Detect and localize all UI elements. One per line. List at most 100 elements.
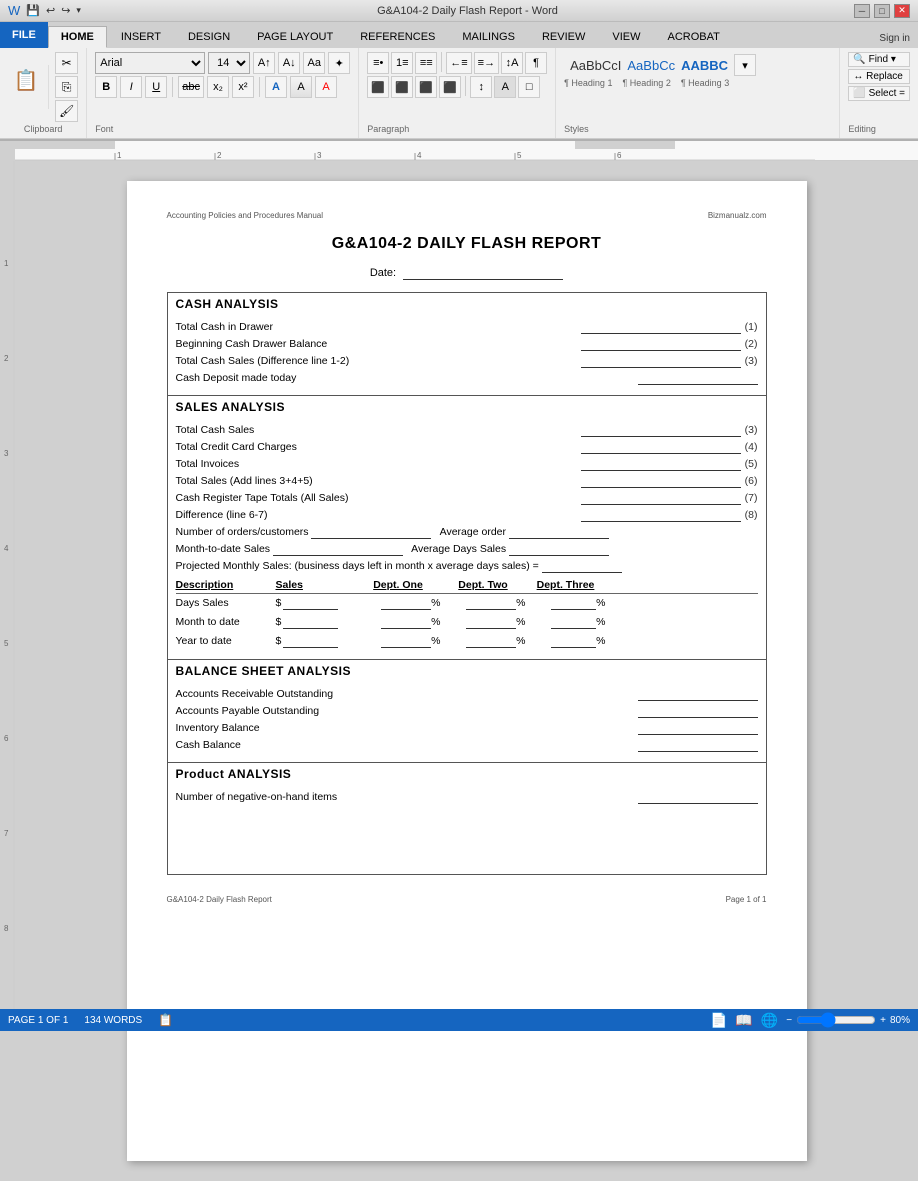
tab-review[interactable]: REVIEW <box>529 26 598 48</box>
align-left-button[interactable]: ⬛ <box>367 76 389 98</box>
shading-button[interactable]: A <box>494 76 516 98</box>
view-print[interactable]: 📄 <box>710 1012 727 1029</box>
svg-text:2: 2 <box>4 354 9 363</box>
borders-button[interactable]: □ <box>518 76 540 98</box>
close-button[interactable]: ✕ <box>894 4 910 18</box>
tab-view[interactable]: VIEW <box>599 26 653 48</box>
cash-row-3: Total Cash Sales (Difference line 1-2) (… <box>176 353 758 370</box>
increase-font-button[interactable]: A↑ <box>253 52 275 74</box>
page-header-right: Bizmanualz.com <box>708 211 767 220</box>
style-heading1[interactable]: AaBbCc <box>627 58 675 73</box>
strikethrough-button[interactable]: abc <box>178 76 204 98</box>
select-button[interactable]: ⬜ Select = <box>848 86 910 101</box>
align-center-button[interactable]: ⬛ <box>391 76 413 98</box>
tab-references[interactable]: REFERENCES <box>347 26 448 48</box>
view-web[interactable]: 🌐 <box>761 1012 778 1029</box>
line-spacing-button[interactable]: ↕ <box>470 76 492 98</box>
change-case-button[interactable]: Aa <box>303 52 325 74</box>
page-header-left: Accounting Policies and Procedures Manua… <box>167 211 324 220</box>
replace-button[interactable]: ↔ Replace <box>848 69 910 84</box>
font-color-button[interactable]: A <box>315 76 337 98</box>
product-line-1 <box>638 791 758 804</box>
sales-label-3: Total Invoices <box>176 458 581 470</box>
sales-row-4: Total Sales (Add lines 3+4+5) (6) <box>176 473 758 490</box>
product-analysis-section: Product ANALYSIS Number of negative-on-h… <box>167 763 767 875</box>
balance-label-4: Cash Balance <box>176 739 638 751</box>
find-button[interactable]: 🔍 Find ▾ <box>848 52 910 67</box>
view-reading[interactable]: 📖 <box>735 1012 752 1029</box>
zoom-out-button[interactable]: − <box>786 1015 792 1026</box>
sales-analysis-section: SALES ANALYSIS Total Cash Sales (3) Tota… <box>167 396 767 660</box>
sort-button[interactable]: ↕A <box>501 52 523 74</box>
table-label-month: Month to date <box>176 616 276 628</box>
tab-page-layout[interactable]: PAGE LAYOUT <box>244 26 346 48</box>
font-name-select[interactable]: Arial <box>95 52 205 74</box>
underline-button[interactable]: U <box>145 76 167 98</box>
balance-line-3 <box>638 722 758 735</box>
product-label-1: Number of negative-on-hand items <box>176 791 638 803</box>
tab-mailings[interactable]: MAILINGS <box>449 26 528 48</box>
highlight-button[interactable]: A <box>290 76 312 98</box>
sales-num-6: (8) <box>745 509 758 521</box>
italic-button[interactable]: I <box>120 76 142 98</box>
quick-access-save[interactable]: 💾 <box>26 4 40 17</box>
tab-home[interactable]: HOME <box>48 26 107 48</box>
quick-access-undo[interactable]: ↩ <box>46 4 55 17</box>
minimize-button[interactable]: ─ <box>854 4 870 18</box>
multilevel-list-button[interactable]: ≡≡ <box>415 52 437 74</box>
cash-num-3: (3) <box>745 355 758 367</box>
year-dept3-cell: % <box>526 635 606 648</box>
col-header-desc: Description <box>176 579 276 591</box>
quick-access-redo[interactable]: ↪ <box>61 4 70 17</box>
text-effect-button[interactable]: A <box>265 76 287 98</box>
show-hide-button[interactable]: ¶ <box>525 52 547 74</box>
zoom-slider-input[interactable] <box>796 1012 876 1028</box>
numbering-button[interactable]: 1≡ <box>391 52 413 74</box>
decrease-font-button[interactable]: A↓ <box>278 52 300 74</box>
bold-button[interactable]: B <box>95 76 117 98</box>
copy-button[interactable]: ⎘ <box>55 76 78 98</box>
align-right-button[interactable]: ⬛ <box>415 76 437 98</box>
proofing-icon[interactable]: 📋 <box>158 1013 173 1027</box>
font-size-select[interactable]: 14 <box>208 52 250 74</box>
styles-scroll-button[interactable]: ▾ <box>734 54 756 76</box>
cash-line-2 <box>581 338 741 351</box>
paste-button[interactable]: 📋 <box>8 65 44 109</box>
format-painter-button[interactable]: 🖌 <box>55 100 78 122</box>
cut-button[interactable]: ✂ <box>55 52 78 74</box>
sales-line-1 <box>581 424 741 437</box>
tab-insert[interactable]: INSERT <box>108 26 174 48</box>
table-row-days: Days Sales $ % % % <box>176 594 758 613</box>
superscript-button[interactable]: x² <box>232 76 254 98</box>
year-dept3-line <box>551 635 596 648</box>
month-dept1-cell: % <box>356 616 441 629</box>
subscript-button[interactable]: x₂ <box>207 76 229 98</box>
increase-indent-button[interactable]: ≡→ <box>474 52 499 74</box>
styles-group: AaBbCcI AaBbCc AABBC ▾ <box>564 52 831 78</box>
decrease-indent-button[interactable]: ←≡ <box>446 52 471 74</box>
cash-analysis-body: Total Cash in Drawer (1) Beginning Cash … <box>168 315 766 395</box>
style-heading2[interactable]: AABBC <box>681 58 728 73</box>
tab-acrobat[interactable]: ACROBAT <box>654 26 732 48</box>
ribbon: FILE HOME INSERT DESIGN PAGE LAYOUT REFE… <box>0 22 918 141</box>
restore-button[interactable]: □ <box>874 4 890 18</box>
table-dollar-days: $ <box>276 597 356 610</box>
sales-num-3: (5) <box>745 458 758 470</box>
balance-row-1: Accounts Receivable Outstanding <box>176 686 758 703</box>
year-dept2-line <box>466 635 516 648</box>
justify-button[interactable]: ⬛ <box>439 76 461 98</box>
tab-design[interactable]: DESIGN <box>175 26 243 48</box>
zoom-in-button[interactable]: + <box>880 1015 886 1026</box>
cash-analysis-section: CASH ANALYSIS Total Cash in Drawer (1) B… <box>167 292 767 396</box>
sign-in-link[interactable]: Sign in <box>871 29 918 48</box>
zoom-controls: − + 80% <box>786 1012 910 1028</box>
style-normal[interactable]: AaBbCcI <box>570 58 621 73</box>
clear-format-button[interactable]: ✦ <box>328 52 350 74</box>
page-footer: G&A104-2 Daily Flash Report Page 1 of 1 <box>167 895 767 904</box>
style-label-heading1: ¶ Heading 2 <box>622 78 670 88</box>
title-bar: W 💾 ↩ ↪ ▾ G&A104-2 Daily Flash Report - … <box>0 0 918 22</box>
bullets-button[interactable]: ≡• <box>367 52 389 74</box>
style-label-heading2: ¶ Heading 3 <box>681 78 729 88</box>
tab-file[interactable]: FILE <box>0 22 48 48</box>
balance-sheet-header: BALANCE SHEET ANALYSIS <box>168 660 766 682</box>
